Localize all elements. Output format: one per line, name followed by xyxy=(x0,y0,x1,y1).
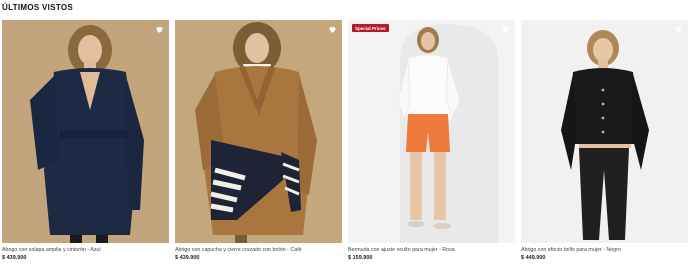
section-title: ÚLTIMOS VISTOS xyxy=(2,3,74,12)
favorite-heart-icon[interactable] xyxy=(327,24,337,34)
product-name[interactable]: Abrigo con efecto brillo para mujer - Ne… xyxy=(521,247,688,253)
product-card[interactable]: Abrigo con solapa amplia y cinturón - Az… xyxy=(2,20,169,265)
favorite-heart-icon[interactable] xyxy=(500,24,510,34)
product-card[interactable]: Abrigo con efecto brillo para mujer - Ne… xyxy=(521,20,688,265)
product-price: $ 439.900 xyxy=(175,255,200,261)
product-grid: Abrigo con solapa amplia y cinturón - Az… xyxy=(2,20,690,265)
product-name[interactable]: Abrigo con capucha y cierre cruzado con … xyxy=(175,247,342,253)
product-image[interactable] xyxy=(2,20,169,243)
product-name[interactable]: Abrigo con solapa amplia y cinturón - Az… xyxy=(2,247,169,253)
product-image[interactable]: Special Prices xyxy=(348,20,515,243)
product-name[interactable]: Bermuda con ajuste oculto para mujer - R… xyxy=(348,247,515,253)
product-image[interactable] xyxy=(175,20,342,243)
product-photo-black-jacket xyxy=(521,20,688,243)
product-card[interactable]: Abrigo con capucha y cierre cruzado con … xyxy=(175,20,342,265)
product-price: $ 449.900 xyxy=(521,255,546,261)
product-price: $ 439.900 xyxy=(2,255,27,261)
product-photo-camel-coat xyxy=(175,20,342,243)
product-image[interactable] xyxy=(521,20,688,243)
favorite-heart-icon[interactable] xyxy=(673,24,683,34)
product-photo-navy-coat xyxy=(2,20,169,243)
product-price: $ 159.900 xyxy=(348,255,373,261)
special-prices-badge: Special Prices xyxy=(352,24,389,32)
product-photo-orange-bermuda xyxy=(348,20,515,243)
favorite-heart-icon[interactable] xyxy=(154,24,164,34)
product-card[interactable]: Special Prices Bermuda con ajuste oculto… xyxy=(348,20,515,265)
